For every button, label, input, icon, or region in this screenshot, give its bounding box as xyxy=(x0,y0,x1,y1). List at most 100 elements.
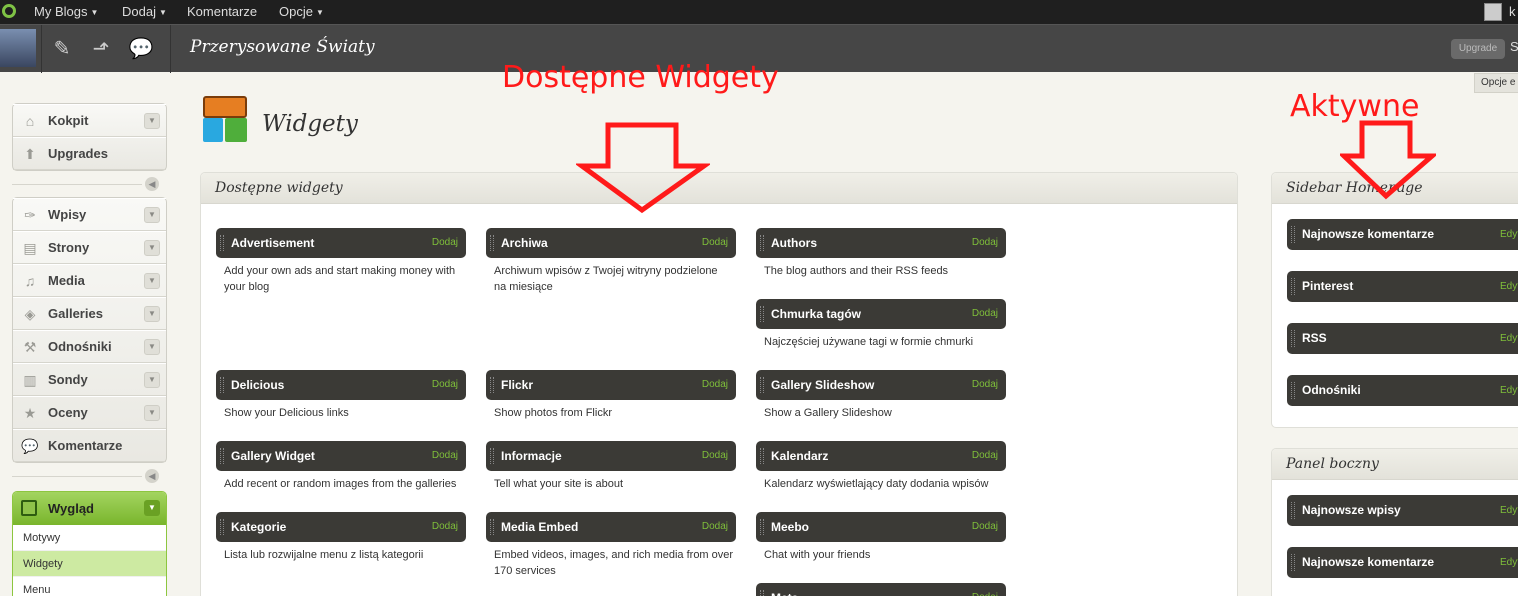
submenu-menu[interactable]: Menu xyxy=(13,577,166,596)
drag-handle-icon[interactable] xyxy=(490,377,494,393)
drag-handle-icon[interactable] xyxy=(1291,382,1295,399)
available-widget[interactable]: Meebo Dodaj xyxy=(756,512,1006,542)
admin-menu-my-blogs[interactable]: My Blogs ▼ xyxy=(34,0,98,24)
available-widget[interactable]: Kategorie Dodaj xyxy=(216,512,466,542)
available-widget[interactable]: Media Embed Dodaj xyxy=(486,512,736,542)
add-widget-link[interactable]: Dodaj xyxy=(972,299,998,329)
chevron-down-icon[interactable]: ▼ xyxy=(144,273,160,289)
chevron-down-icon[interactable]: ▼ xyxy=(144,306,160,322)
drag-handle-icon[interactable] xyxy=(1291,330,1295,347)
active-widget[interactable]: Odnośniki Edytuj xyxy=(1287,375,1518,406)
active-widget[interactable]: Pinterest Edytuj xyxy=(1287,271,1518,302)
menu-item-kokpit[interactable]: ⌂ Kokpit ▼ xyxy=(13,104,166,137)
drag-handle-icon[interactable] xyxy=(1291,226,1295,243)
screen-options-tab[interactable]: Opcje e xyxy=(1474,73,1518,93)
drag-handle-icon[interactable] xyxy=(1291,554,1295,571)
submenu-widgety[interactable]: Widgety xyxy=(13,551,166,577)
edit-widget-link[interactable]: Edytuj xyxy=(1500,547,1518,578)
chevron-down-icon[interactable]: ▼ xyxy=(144,339,160,355)
drag-handle-icon[interactable] xyxy=(1291,502,1295,519)
add-widget-link[interactable]: Dodaj xyxy=(432,370,458,400)
available-widget[interactable]: Authors Dodaj xyxy=(756,228,1006,258)
chevron-down-icon[interactable]: ▼ xyxy=(144,405,160,421)
submenu-motywy[interactable]: Motywy xyxy=(13,525,166,551)
collapse-arrow-icon[interactable]: ◀ xyxy=(145,469,159,483)
menu-item-strony[interactable]: ▤ Strony ▼ xyxy=(13,231,166,264)
active-widget[interactable]: RSS Edytuj xyxy=(1287,323,1518,354)
available-widget[interactable]: Delicious Dodaj xyxy=(216,370,466,400)
drag-handle-icon[interactable] xyxy=(220,377,224,393)
edit-widget-link[interactable]: Edytuj xyxy=(1500,271,1518,302)
edit-widget-link[interactable]: Edytuj xyxy=(1500,495,1518,526)
admin-menu-dodaj[interactable]: Dodaj ▼ xyxy=(122,0,167,24)
add-widget-link[interactable]: Dodaj xyxy=(702,228,728,258)
panel-title[interactable]: Dostępne widgety xyxy=(201,173,1237,204)
drag-handle-icon[interactable] xyxy=(760,448,764,464)
available-widget[interactable]: Archiwa Dodaj xyxy=(486,228,736,258)
chevron-down-icon[interactable]: ▼ xyxy=(144,500,160,516)
available-widget[interactable]: Advertisement Dodaj xyxy=(216,228,466,258)
chevron-down-icon[interactable]: ▼ xyxy=(144,240,160,256)
available-widget[interactable]: Meta Dodaj xyxy=(756,583,1006,596)
drag-handle-icon[interactable] xyxy=(490,235,494,251)
add-widget-link[interactable]: Dodaj xyxy=(702,441,728,471)
drag-handle-icon[interactable] xyxy=(760,519,764,535)
quick-post-icon[interactable]: ⬏ xyxy=(87,35,115,63)
collapse-arrow-icon[interactable]: ◀ xyxy=(145,177,159,191)
drag-handle-icon[interactable] xyxy=(1291,278,1295,295)
pencil-icon[interactable]: ✎ xyxy=(48,35,76,63)
search-link[interactable]: S xyxy=(1510,39,1518,54)
drag-handle-icon[interactable] xyxy=(490,448,494,464)
comments-icon[interactable]: 💬 xyxy=(127,35,155,63)
menu-item-komentarze[interactable]: 💬 Komentarze xyxy=(13,429,166,462)
edit-widget-link[interactable]: Edytuj xyxy=(1500,375,1518,406)
wordpress-logo-icon[interactable] xyxy=(2,4,16,18)
blog-thumbnail[interactable] xyxy=(0,29,36,67)
available-widget[interactable]: Kalendarz Dodaj xyxy=(756,441,1006,471)
available-widget[interactable]: Gallery Widget Dodaj xyxy=(216,441,466,471)
drag-handle-icon[interactable] xyxy=(760,306,764,322)
drag-handle-icon[interactable] xyxy=(490,519,494,535)
admin-menu-opcje[interactable]: Opcje ▼ xyxy=(279,0,324,24)
edit-widget-link[interactable]: Edytuj xyxy=(1500,219,1518,250)
upgrade-button[interactable]: Upgrade xyxy=(1451,39,1505,59)
menu-item-upgrades[interactable]: ⬆ Upgrades xyxy=(13,137,166,170)
menu-item-sondy[interactable]: ▥ Sondy ▼ xyxy=(13,363,166,396)
add-widget-link[interactable]: Dodaj xyxy=(972,583,998,596)
add-widget-link[interactable]: Dodaj xyxy=(972,228,998,258)
blog-title[interactable]: Przerysowane Światy xyxy=(190,37,375,57)
drag-handle-icon[interactable] xyxy=(220,235,224,251)
menu-item-oceny[interactable]: ★ Oceny ▼ xyxy=(13,396,166,429)
menu-item-galleries[interactable]: ◈ Galleries ▼ xyxy=(13,297,166,330)
add-widget-link[interactable]: Dodaj xyxy=(702,370,728,400)
menu-item-media[interactable]: ♫ Media ▼ xyxy=(13,264,166,297)
add-widget-link[interactable]: Dodaj xyxy=(702,512,728,542)
add-widget-link[interactable]: Dodaj xyxy=(972,512,998,542)
available-widget[interactable]: Chmurka tagów Dodaj xyxy=(756,299,1006,329)
user-name[interactable]: k xyxy=(1509,0,1516,24)
menu-item-odnosniki[interactable]: ⚒ Odnośniki ▼ xyxy=(13,330,166,363)
chevron-down-icon[interactable]: ▼ xyxy=(144,207,160,223)
menu-item-wpisy[interactable]: ✑ Wpisy ▼ xyxy=(13,198,166,231)
available-widget[interactable]: Flickr Dodaj xyxy=(486,370,736,400)
active-widget[interactable]: Najnowsze komentarze Edytuj xyxy=(1287,547,1518,578)
add-widget-link[interactable]: Dodaj xyxy=(972,441,998,471)
drag-handle-icon[interactable] xyxy=(760,377,764,393)
sidebar-area-title[interactable]: Panel boczny xyxy=(1272,449,1518,480)
menu-item-wyglad[interactable]: Wygląd ▼ xyxy=(13,492,166,525)
add-widget-link[interactable]: Dodaj xyxy=(432,512,458,542)
chevron-down-icon[interactable]: ▼ xyxy=(144,372,160,388)
chevron-down-icon[interactable]: ▼ xyxy=(144,113,160,129)
add-widget-link[interactable]: Dodaj xyxy=(432,441,458,471)
drag-handle-icon[interactable] xyxy=(760,235,764,251)
edit-widget-link[interactable]: Edytuj xyxy=(1500,323,1518,354)
add-widget-link[interactable]: Dodaj xyxy=(432,228,458,258)
available-widget[interactable]: Informacje Dodaj xyxy=(486,441,736,471)
add-widget-link[interactable]: Dodaj xyxy=(972,370,998,400)
available-widget[interactable]: Gallery Slideshow Dodaj xyxy=(756,370,1006,400)
drag-handle-icon[interactable] xyxy=(220,448,224,464)
admin-menu-komentarze[interactable]: Komentarze xyxy=(187,0,257,24)
avatar[interactable] xyxy=(1484,3,1502,21)
active-widget[interactable]: Najnowsze wpisy Edytuj xyxy=(1287,495,1518,526)
active-widget[interactable]: Najnowsze komentarze Edytuj xyxy=(1287,219,1518,250)
